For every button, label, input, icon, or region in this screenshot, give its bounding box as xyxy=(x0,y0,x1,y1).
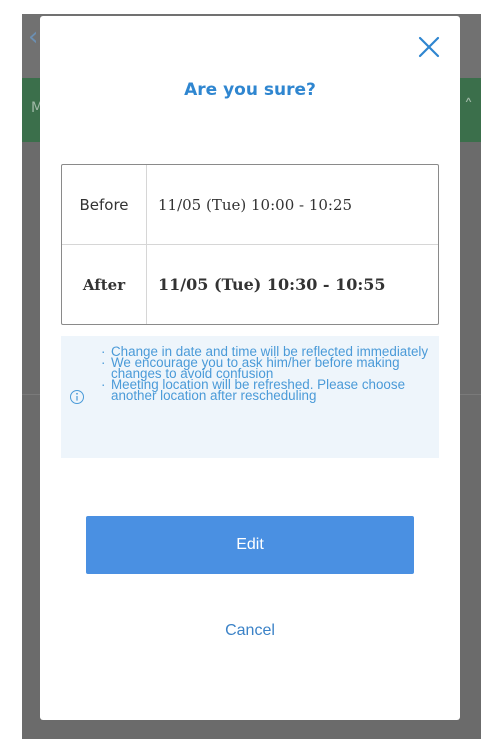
confirm-dialog: Are you sure? Before 11/05 (Tue) 10:00 -… xyxy=(40,16,460,720)
info-icon xyxy=(69,389,85,405)
after-label: After xyxy=(82,276,126,294)
notice-box: · Change in date and time will be reflect… xyxy=(61,336,439,458)
schedule-comparison-table: Before 11/05 (Tue) 10:00 - 10:25 After 1… xyxy=(61,164,439,325)
chevron-up-icon: ˄ xyxy=(464,96,473,117)
edit-button[interactable]: Edit xyxy=(86,516,414,574)
cancel-button[interactable]: Cancel xyxy=(40,622,460,640)
chevron-left-icon: ‹ xyxy=(28,22,39,52)
close-icon[interactable] xyxy=(416,34,442,60)
table-row-before: Before 11/05 (Tue) 10:00 - 10:25 xyxy=(62,165,438,245)
before-label: Before xyxy=(79,196,129,214)
notice-list: · Change in date and time will be reflect… xyxy=(101,345,436,403)
before-value: 11/05 (Tue) 10:00 - 10:25 xyxy=(158,196,353,214)
dialog-title: Are you sure? xyxy=(184,80,316,100)
after-value: 11/05 (Tue) 10:30 - 10:55 xyxy=(158,275,386,294)
list-item: · Meeting location will be refreshed. Ple… xyxy=(101,377,406,403)
table-row-after: After 11/05 (Tue) 10:30 - 10:55 xyxy=(62,245,438,325)
list-item: · We encourage you to ask him/her before … xyxy=(101,355,400,381)
